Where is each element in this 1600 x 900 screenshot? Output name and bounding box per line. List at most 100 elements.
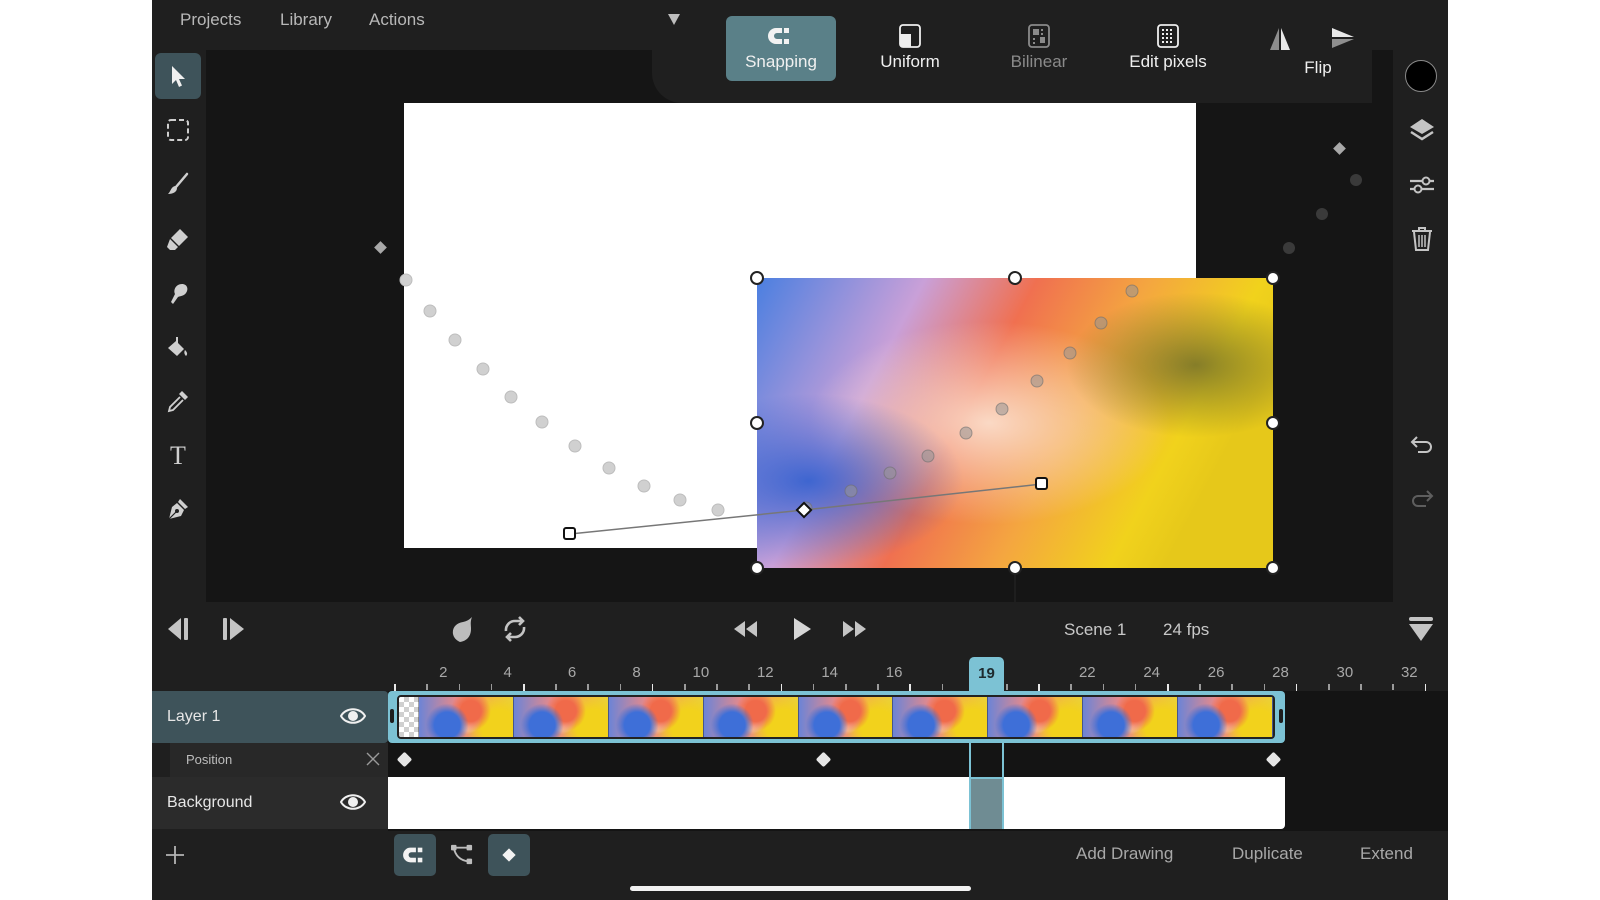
frame-thumbnail[interactable]	[513, 697, 609, 737]
ruler-tick	[1199, 684, 1201, 690]
edit-pixels-button[interactable]: Edit pixels	[1113, 16, 1223, 81]
ruler-tick	[426, 684, 428, 690]
frame-thumbnail[interactable]	[1083, 697, 1179, 737]
current-color-swatch[interactable]	[1405, 60, 1437, 92]
timeline-ruler[interactable]: 2 4 6 8 10 12 14 16 22 24 26 28 30 32	[388, 660, 1448, 691]
ruler-tick	[651, 684, 654, 691]
brush-tool[interactable]	[155, 161, 201, 207]
snapping-button[interactable]: Snapping	[726, 16, 836, 81]
step-forward-button[interactable]	[216, 612, 250, 646]
ruler-tick	[909, 684, 911, 691]
ruler-tick	[941, 684, 944, 690]
frame-thumbnail[interactable]	[608, 697, 704, 737]
frame-thumbnail[interactable]	[988, 697, 1084, 737]
keyframe-diamond-icon	[502, 848, 516, 862]
ruler-label: 12	[756, 664, 774, 681]
position-keyframe[interactable]	[815, 751, 831, 768]
frame-thumbnail[interactable]	[399, 697, 419, 737]
smudge-finger-icon	[171, 284, 188, 304]
visibility-eye-icon[interactable]	[340, 705, 366, 727]
ruler-label: 22	[1078, 664, 1096, 681]
select-tool[interactable]	[155, 53, 201, 99]
eraser-tool[interactable]	[155, 216, 201, 262]
loop-button[interactable]	[498, 612, 532, 646]
ruler-label: 4	[503, 664, 512, 681]
extend-button[interactable]: Extend	[1360, 844, 1413, 864]
layer-1-clip[interactable]	[388, 691, 1285, 743]
flip-label: Flip	[1304, 58, 1332, 77]
menu-library[interactable]: Library	[280, 10, 332, 30]
flip-vertical-icon[interactable]	[1330, 26, 1356, 50]
frame-thumbnail[interactable]	[703, 697, 799, 737]
scene-selector[interactable]: Scene 1	[1064, 620, 1126, 640]
step-back-icon	[168, 618, 188, 640]
position-keyframe[interactable]	[1266, 751, 1282, 768]
ruler-tick	[716, 684, 718, 690]
marquee-tool[interactable]	[155, 107, 201, 153]
pen-tool[interactable]	[155, 486, 201, 532]
ruler-tick	[1038, 684, 1040, 691]
motion-path-keyframe	[1333, 142, 1346, 155]
position-keyframe[interactable]	[396, 751, 413, 768]
collapse-timeline-button[interactable]	[1404, 612, 1438, 646]
timeline-tracks	[388, 691, 1448, 831]
add-drawing-button[interactable]: Add Drawing	[1076, 844, 1173, 864]
fill-tool[interactable]	[155, 324, 201, 370]
paint-bucket-icon	[168, 337, 188, 356]
uniform-button[interactable]: Uniform	[855, 16, 965, 81]
undo-button[interactable]	[1405, 430, 1439, 464]
home-indicator	[630, 886, 971, 891]
frame-thumbnail[interactable]	[419, 697, 514, 737]
eyedropper-tool[interactable]	[155, 378, 201, 424]
redo-button[interactable]	[1405, 484, 1439, 518]
adjustments-button[interactable]	[1405, 168, 1439, 202]
plus-icon[interactable]	[164, 844, 186, 866]
play-icon	[794, 618, 811, 640]
background-clip[interactable]	[388, 777, 1285, 829]
canvas-viewport[interactable]	[206, 50, 1393, 602]
ruler-tick	[877, 684, 879, 690]
timeline-snapping-toggle[interactable]	[394, 834, 436, 876]
triangle-down-icon[interactable]	[668, 14, 680, 25]
ruler-label: 28	[1272, 664, 1289, 681]
menu-actions[interactable]: Actions	[369, 10, 425, 30]
clip-start-handle[interactable]	[390, 709, 394, 723]
frame-thumbnail[interactable]	[1178, 697, 1273, 737]
fast-forward-button[interactable]	[837, 612, 873, 646]
play-button[interactable]	[783, 612, 819, 646]
position-keyframe-track[interactable]	[388, 743, 1448, 777]
layers-button[interactable]	[1405, 113, 1439, 147]
close-icon[interactable]	[364, 750, 382, 768]
fps-selector[interactable]: 24 fps	[1163, 620, 1209, 640]
playhead-frame-label[interactable]: 19	[969, 657, 1004, 691]
ruler-tick	[780, 684, 783, 691]
position-track-label[interactable]: Position	[170, 743, 388, 777]
ruler-tick	[1360, 684, 1362, 690]
frame-thumbnails	[397, 695, 1275, 739]
ruler-tick	[1006, 684, 1008, 690]
flip-horizontal-icon[interactable]	[1268, 26, 1292, 52]
keyframe-toggle[interactable]	[488, 834, 530, 876]
step-back-button[interactable]	[162, 612, 196, 646]
visibility-eye-icon[interactable]	[340, 791, 366, 813]
magnet-icon	[403, 847, 423, 863]
ruler-tick	[619, 684, 622, 690]
onion-skin-button[interactable]	[445, 612, 479, 646]
frame-thumbnail[interactable]	[893, 697, 989, 737]
delete-button[interactable]	[1405, 222, 1439, 256]
ruler-label: 16	[885, 664, 903, 681]
duplicate-button[interactable]: Duplicate	[1232, 844, 1303, 864]
layer-row-background[interactable]: Background	[152, 777, 388, 829]
clip-end-handle[interactable]	[1279, 709, 1283, 723]
ruler-tick	[1070, 684, 1072, 690]
bilinear-button[interactable]: Bilinear	[984, 16, 1094, 81]
smudge-tool[interactable]	[155, 270, 201, 316]
layer-row-layer-1[interactable]: Layer 1	[152, 691, 388, 743]
rewind-button[interactable]	[727, 612, 763, 646]
text-tool[interactable]: T	[155, 432, 201, 478]
motion-path-toggle[interactable]	[441, 834, 483, 876]
ruler-tick	[845, 684, 847, 690]
redo-icon	[1412, 490, 1434, 507]
frame-thumbnail[interactable]	[798, 697, 894, 737]
menu-projects[interactable]: Projects	[180, 10, 241, 30]
